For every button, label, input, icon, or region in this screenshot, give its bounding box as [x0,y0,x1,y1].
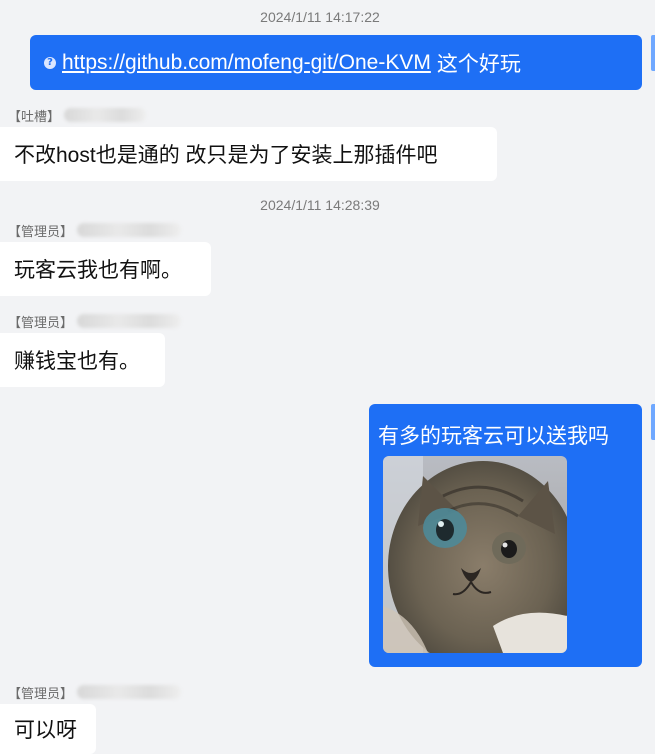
message-text: 赚钱宝也有。 [14,350,140,373]
sender-name-redacted [77,685,182,699]
sender-role-badge: 【管理员】 [8,685,74,701]
question-mark-icon: ? [44,56,56,69]
cat-meme-image[interactable] [383,456,567,653]
sender-name-redacted [64,108,147,122]
sender-role-badge: 【吐槽】 [8,108,61,124]
timestamp: 2024/1/11 14:28:39 [260,197,380,213]
sender-info: 【管理员】 [8,221,182,239]
incoming-message-bubble[interactable]: 可以呀 [0,704,96,754]
timestamp: 2024/1/11 14:17:22 [260,9,380,25]
message-link[interactable]: https://github.com/mofeng-git/One-KVM [62,51,431,75]
outgoing-message-bubble[interactable]: 有多的玩客云可以送我吗 [369,404,642,667]
incoming-message-bubble[interactable]: 玩客云我也有啊。 [0,242,211,296]
incoming-message-bubble[interactable]: 赚钱宝也有。 [0,333,165,387]
message-text: 这个好玩 [436,52,521,76]
sender-info: 【管理员】 [8,312,182,330]
avatar-edge [651,404,655,440]
sender-name-redacted [77,223,182,237]
sender-role-badge: 【管理员】 [8,314,74,330]
message-text: 可以呀 [14,719,77,742]
incoming-message-bubble[interactable]: 不改host也是通的 改只是为了安装上那插件吧 [0,127,497,181]
message-text: 玩客云我也有啊。 [14,259,182,282]
message-text: 有多的玩客云可以送我吗 [378,425,609,448]
sender-info: 【吐槽】 [8,106,147,124]
avatar-edge [651,35,655,71]
sender-role-badge: 【管理员】 [8,223,74,239]
outgoing-message-bubble[interactable]: ? https://github.com/mofeng-git/One-KVM … [30,35,642,90]
sender-info: 【管理员】 [8,683,182,701]
sender-name-redacted [77,314,182,328]
message-text: 不改host也是通的 改只是为了安装上那插件吧 [14,144,438,167]
